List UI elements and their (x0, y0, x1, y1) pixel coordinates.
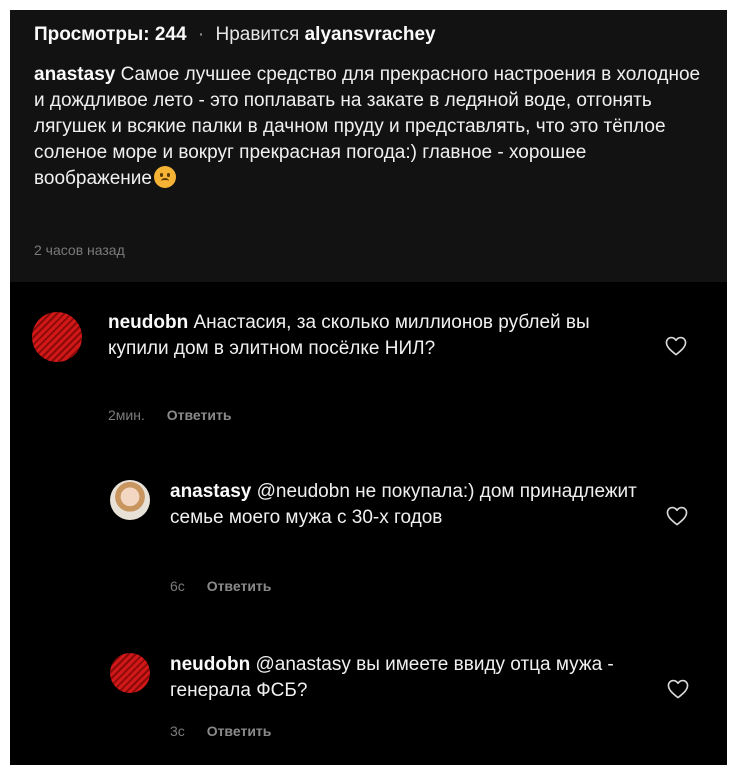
upside-down-face-emoji-icon (153, 166, 176, 188)
comment-username[interactable]: neudobn (108, 312, 188, 333)
caption-author[interactable]: anastasy (34, 64, 115, 85)
comment-text: neudobn @anastasy вы имеете ввиду отца м… (170, 652, 650, 704)
post-stats: Просмотры: 244 · Нравится alyansvrachey (34, 24, 436, 46)
instagram-comments-screen: Просмотры: 244 · Нравится alyansvrachey … (10, 10, 727, 765)
comment-text: anastasy @neudobn не покупала:) дом прин… (170, 479, 650, 531)
reply-button[interactable]: Ответить (207, 723, 272, 739)
caption-text: Самое лучшее средство для прекрасного на… (34, 64, 701, 189)
heart-outline-icon[interactable] (666, 506, 688, 526)
comment-meta: 3с Ответить (170, 723, 271, 739)
post-caption: anastasy Самое лучшее средство для прекр… (34, 62, 709, 192)
avatar[interactable] (32, 312, 82, 362)
avatar[interactable] (110, 653, 150, 693)
comment-text: neudobn Анастасия, за сколько миллионов … (108, 310, 628, 362)
avatar[interactable] (110, 480, 150, 520)
reply-button[interactable]: Ответить (167, 407, 232, 423)
post-caption-section: Просмотры: 244 · Нравится alyansvrachey … (10, 10, 727, 282)
reply-button[interactable]: Ответить (207, 578, 272, 594)
views-count[interactable]: Просмотры: 244 (34, 24, 187, 45)
comment-username[interactable]: anastasy (170, 481, 251, 502)
liked-by-username[interactable]: alyansvrachey (305, 24, 436, 45)
comment-meta: 6с Ответить (170, 578, 271, 594)
comment-time: 3с (170, 723, 185, 739)
comment-time: 6с (170, 578, 185, 594)
comment-username[interactable]: neudobn (170, 654, 250, 675)
comment-meta: 2мин. Ответить (108, 407, 231, 423)
heart-outline-icon[interactable] (665, 336, 687, 356)
likes-prefix: Нравится (215, 24, 300, 45)
separator: · (197, 24, 205, 45)
comment-time: 2мин. (108, 407, 145, 423)
heart-outline-icon[interactable] (667, 679, 689, 699)
post-timestamp: 2 часов назад (34, 242, 125, 258)
